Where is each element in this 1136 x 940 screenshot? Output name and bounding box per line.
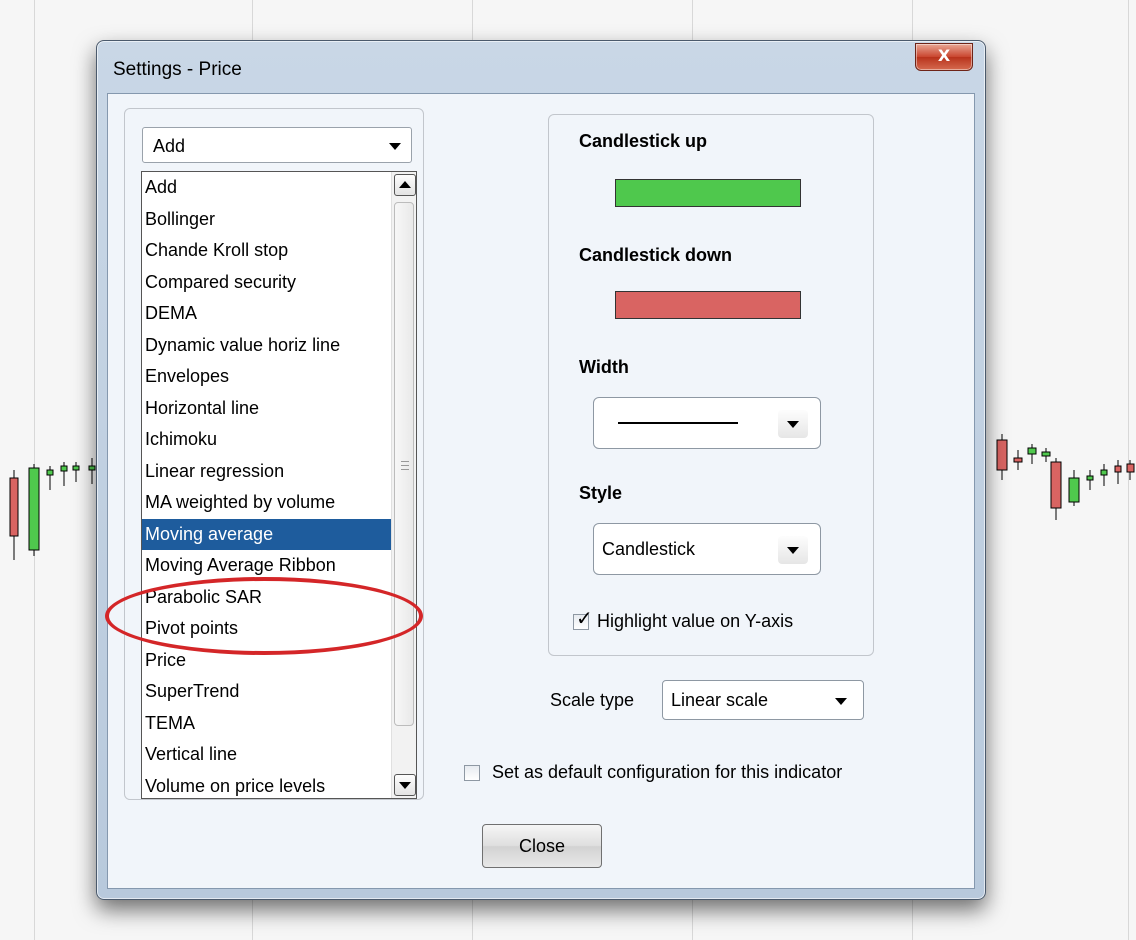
dialog-title: Settings - Price [113,59,242,80]
indicator-list-item[interactable]: Chande Kroll stop [142,235,416,267]
candlestick-up-label: Candlestick up [579,131,708,151]
indicator-dropdown[interactable]: Add [142,127,412,163]
indicator-list-item[interactable]: SuperTrend [142,676,416,708]
indicator-list-item[interactable]: Moving Average Ribbon [142,550,416,582]
scale-type-value: Linear scale [671,690,769,710]
indicator-list[interactable]: Add Bollinger Chande Kroll stop Compared se… [141,171,417,799]
indicator-list-item[interactable]: MA weighted by volume [142,487,416,519]
close-window-button[interactable]: X [915,43,973,71]
settings-dialog: Settings - Price X Add Add Bollinger Chand… [96,40,986,900]
scroll-down-button[interactable] [394,774,416,796]
close-icon: X [937,46,951,65]
indicator-list-item[interactable]: Bollinger [142,204,416,236]
indicator-list-items: Add Bollinger Chande Kroll stop Compared se… [142,172,416,799]
width-label: Width [579,357,629,377]
indicator-list-item[interactable]: Envelopes [142,361,416,393]
indicator-list-item[interactable]: Moving average [142,518,416,550]
grip-icon [401,465,409,466]
chevron-down-icon [787,547,799,554]
appearance-group: Candlestick up Candlestick down Width St… [548,114,874,656]
grip-icon [401,461,409,462]
style-dropdown-button[interactable] [778,536,808,564]
scale-type-label: Scale type [550,690,635,710]
indicator-list-item[interactable]: TEMA [142,708,416,740]
indicator-list-item[interactable]: Compared security [142,267,416,299]
chevron-down-icon [389,143,401,150]
indicator-list-item[interactable]: Parabolic SAR [142,582,416,614]
indicator-list-item[interactable]: Add [142,172,416,204]
width-dropdown[interactable] [593,397,821,449]
scroll-thumb[interactable] [394,202,414,726]
style-dropdown[interactable]: Candlestick [593,523,821,575]
chevron-down-icon [399,782,411,789]
highlight-y-axis-label: Highlight value on Y-axis [597,611,794,631]
indicator-list-item[interactable]: Horizontal line [142,393,416,425]
chevron-down-icon [835,698,847,705]
grip-icon [401,469,409,470]
indicator-group: Add Add Bollinger Chande Kroll stop Compare… [105,108,424,800]
list-scrollbar[interactable] [391,172,416,798]
style-dropdown-value: Candlestick [602,539,696,559]
indicator-list-item[interactable]: DEMA [142,298,416,330]
candlestick-up-color-swatch[interactable] [615,179,801,207]
chevron-up-icon [399,181,411,188]
line-width-sample [618,422,738,424]
chevron-down-icon [787,421,799,428]
indicator-list-item[interactable]: Price [142,645,416,677]
candlestick-down-color-swatch[interactable] [615,291,801,319]
scale-type-dropdown[interactable]: Linear scale [662,680,864,720]
default-config-label: Set as default configuration for this in… [492,762,843,782]
indicator-list-item[interactable]: Ichimoku [142,424,416,456]
indicator-dropdown-value: Add [153,136,186,156]
candlestick-down-label: Candlestick down [579,245,733,265]
style-label: Style [579,483,623,503]
default-config-checkbox[interactable] [464,765,480,781]
indicator-list-item[interactable]: Dynamic value horiz line [142,330,416,362]
dialog-client-area: Add Add Bollinger Chande Kroll stop Compare… [105,93,975,889]
indicator-list-item[interactable]: Vertical line [142,739,416,771]
indicator-list-item[interactable]: Pivot points [142,613,416,645]
indicator-list-item[interactable]: Volume on price levels [142,771,416,799]
checkmark-icon: ✓ [576,608,593,630]
scroll-up-button[interactable] [394,174,416,196]
width-dropdown-button[interactable] [778,410,808,438]
highlight-y-axis-checkbox[interactable]: ✓ [573,609,593,630]
indicator-list-item[interactable]: Linear regression [142,456,416,488]
close-button[interactable]: Close [482,824,602,868]
